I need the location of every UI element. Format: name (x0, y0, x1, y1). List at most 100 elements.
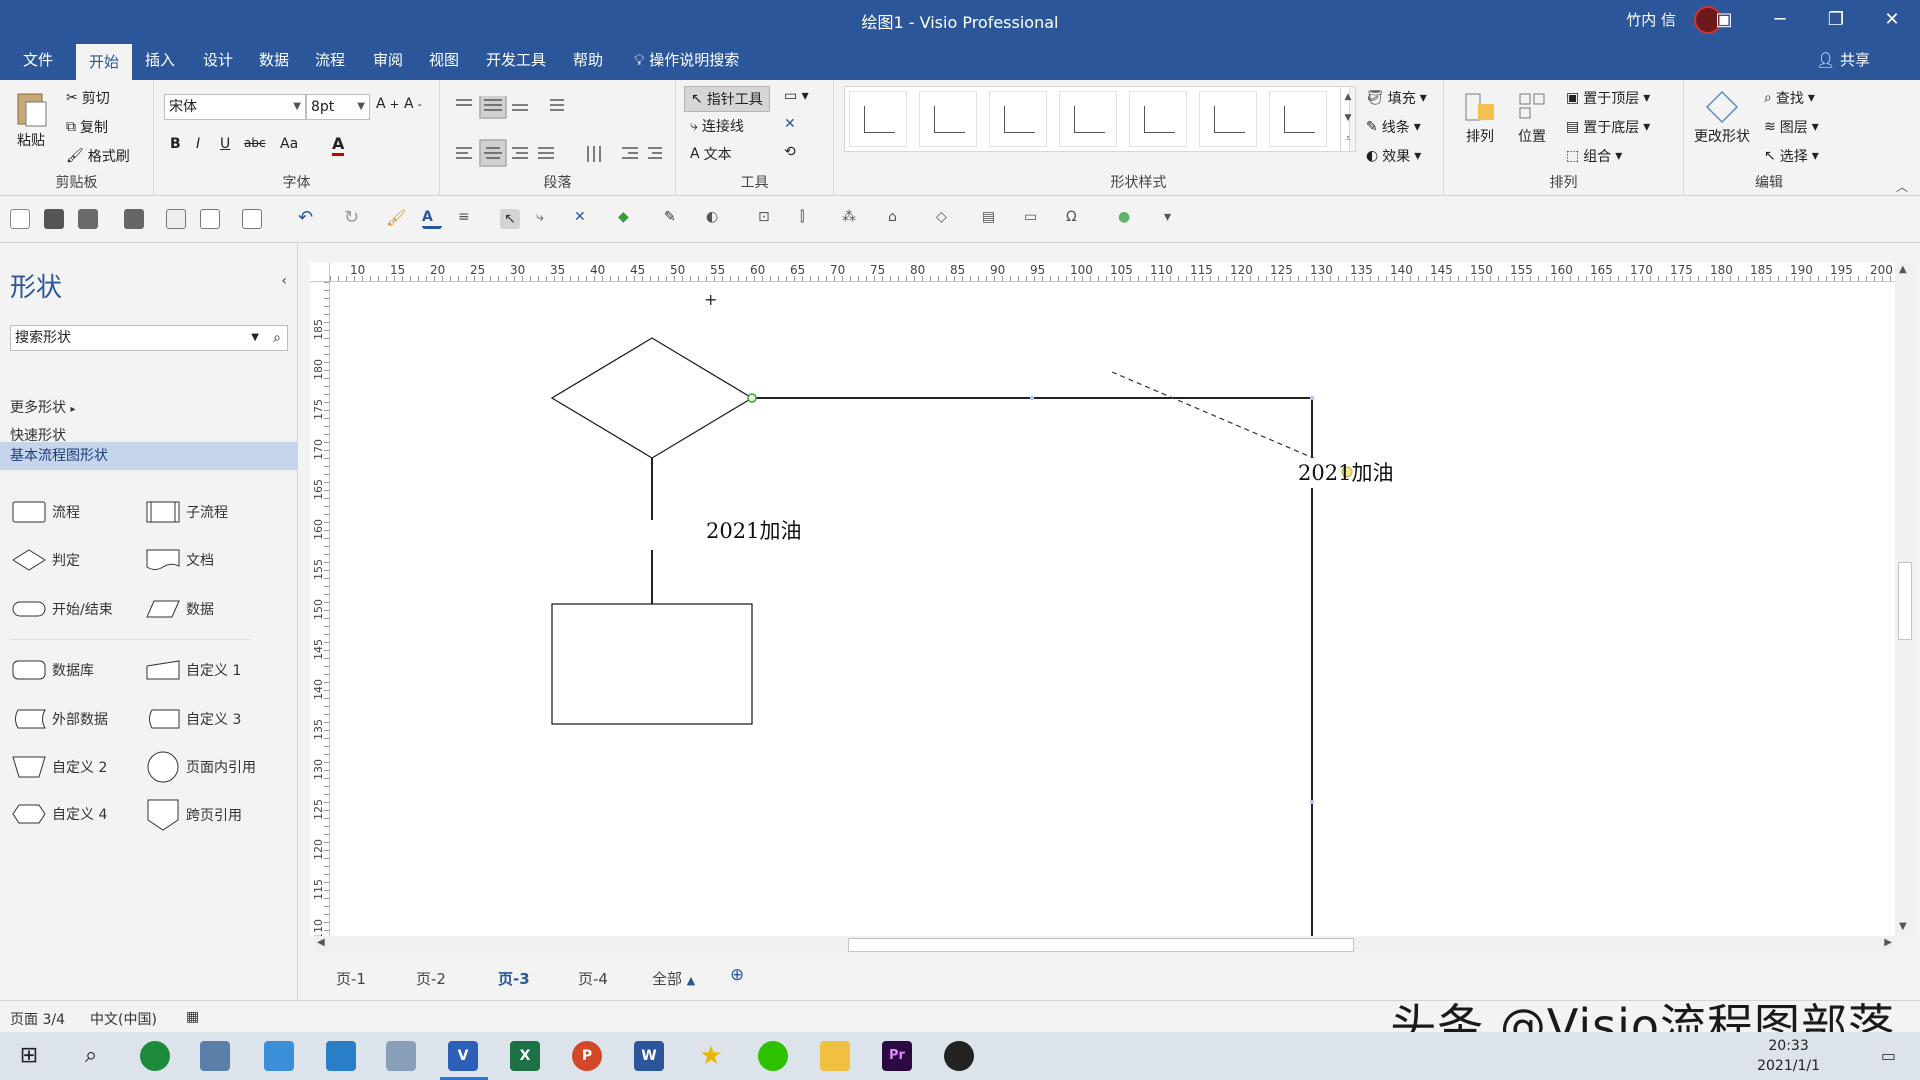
app-icon[interactable] (264, 1041, 294, 1071)
stencil-decision[interactable]: 判定 (12, 549, 80, 571)
horizontal-scrollbar[interactable]: ◀ ▶ (314, 936, 1895, 954)
connection-point-button[interactable]: ⟲ (784, 144, 796, 160)
tab-process[interactable]: 流程 (306, 40, 354, 80)
collapse-ribbon-icon[interactable]: ︿ (1896, 178, 1908, 195)
tell-me-search[interactable]: 💡︎ 操作说明搜索 (634, 40, 739, 80)
scroll-left-icon[interactable]: ◀ (317, 937, 325, 948)
tag-icon[interactable]: ⌂ (888, 209, 908, 229)
stencil-on-page-reference[interactable]: 页面内引用 (146, 751, 256, 783)
tab-developer[interactable]: 开发工具 (480, 40, 552, 80)
chevron-down-icon[interactable]: ▼ (251, 326, 259, 350)
font-size-select[interactable]: 8pt ▼ (306, 94, 370, 120)
drawing-canvas[interactable]: + 2021加油 2021加油 (330, 282, 1895, 936)
page-tab-2[interactable]: 页-2 (416, 968, 446, 989)
circle-icon[interactable]: ● (1118, 209, 1138, 229)
obs-icon[interactable] (944, 1041, 974, 1071)
notification-icon[interactable]: ▭ (1881, 1046, 1896, 1065)
shapes-icon[interactable]: ◇ (936, 209, 956, 229)
symbol-icon[interactable]: Ω (1066, 209, 1086, 229)
brush-icon[interactable]: 🖌︎ (386, 209, 406, 229)
format-painter-button[interactable]: 🖌︎ 格式刷 (66, 146, 130, 166)
all-pages-tab[interactable]: 全部 ▲ (652, 968, 695, 989)
horizontal-ruler[interactable]: 10 15 20 25 30 35 40 45 50 55 60 65 70 75 80 85 90 95 100 1… (330, 262, 1900, 282)
decision-shape[interactable] (550, 337, 754, 459)
line-button[interactable]: ✎ 线条 ▾ (1366, 117, 1421, 137)
size-icon[interactable]: ⊡ (758, 209, 778, 229)
save-as-icon[interactable] (78, 209, 98, 229)
arrange-button[interactable]: 排列 (1464, 90, 1496, 146)
align-center-icon[interactable]: ≡ (458, 209, 478, 229)
bring-to-front-button[interactable]: ▣ 置于顶层 ▾ (1566, 88, 1650, 108)
tab-home[interactable]: 开始 (76, 40, 132, 80)
cut-button[interactable]: ✂ 剪切 (66, 88, 110, 108)
folder-icon[interactable] (820, 1041, 850, 1071)
powerpoint-icon[interactable]: P (572, 1041, 602, 1071)
process-shape[interactable] (551, 603, 753, 725)
stencil-custom-4[interactable]: 自定义 4 (12, 803, 107, 825)
customize-qat-icon[interactable]: ▾ (1164, 209, 1184, 229)
vertical-scroll-thumb[interactable] (1898, 562, 1912, 640)
tab-insert[interactable]: 插入 (136, 40, 184, 80)
stencil-custom-1[interactable]: 自定义 1 (146, 659, 241, 681)
stencil-custom-3[interactable]: 自定义 3 (146, 708, 241, 730)
stencil-subprocess[interactable]: 子流程 (146, 501, 228, 523)
paste-button[interactable]: 粘贴 (14, 88, 48, 150)
selection-handle[interactable] (1310, 800, 1314, 804)
stencil-data[interactable]: 数据 (146, 598, 214, 620)
style-swatch[interactable] (1199, 91, 1257, 147)
basic-flowchart-link[interactable]: 基本流程图形状 (0, 442, 298, 470)
stencil-start-end[interactable]: 开始/结束 (12, 598, 113, 620)
change-case-button[interactable]: Aa (280, 136, 298, 152)
underline-button[interactable]: U (220, 136, 230, 152)
scroll-right-icon[interactable]: ▶ (1884, 937, 1892, 948)
tab-review[interactable]: 审阅 (364, 40, 412, 80)
print-preview-icon[interactable] (166, 209, 186, 229)
collapse-pane-icon[interactable]: ‹ (281, 273, 287, 289)
connector-label-right[interactable]: 2021加油 (1298, 457, 1393, 487)
stencil-external-data[interactable]: 外部数据 (12, 708, 108, 730)
tab-help[interactable]: 帮助 (564, 40, 612, 80)
save-icon[interactable] (44, 209, 64, 229)
gallery-scroll[interactable]: ▲ ▼ ⩡ (1340, 86, 1356, 152)
shadow-icon[interactable]: ◐ (706, 209, 726, 229)
bold-button[interactable]: B (170, 136, 181, 152)
search-icon[interactable]: ⌕ (273, 326, 281, 350)
diagram-svg[interactable] (330, 282, 1895, 936)
x-icon[interactable]: ✕ (574, 209, 594, 229)
system-clock[interactable]: 20:33 2021/1/1 (1757, 1036, 1820, 1076)
effects-button[interactable]: ◐ 效果 ▾ (1366, 146, 1421, 166)
tab-design[interactable]: 设计 (194, 40, 242, 80)
text-color-icon[interactable]: A (422, 209, 442, 229)
page-indicator[interactable]: 页面 3/4 (10, 1009, 65, 1029)
rectangle-tool-button[interactable]: ▭ ▾ (784, 88, 809, 104)
tab-data[interactable]: 数据 (250, 40, 298, 80)
ribbon-display-button[interactable]: ▣ (1696, 0, 1752, 40)
tab-file[interactable]: 文件 (10, 40, 66, 80)
stencil-document[interactable]: 文档 (146, 549, 214, 571)
vertical-scrollbar[interactable]: ▲ ▼ (1895, 262, 1915, 936)
selection-handle[interactable] (1310, 396, 1314, 400)
strikethrough-button[interactable]: abc (244, 136, 266, 150)
style-swatch[interactable] (849, 91, 907, 147)
find-button[interactable]: ⌕ 查找 ▾ (1764, 88, 1815, 108)
excel-icon[interactable]: X (510, 1041, 540, 1071)
line-color-icon[interactable]: ✎ (664, 209, 684, 229)
close-button[interactable]: ✕ (1864, 0, 1920, 40)
macro-icon[interactable]: ▦ (186, 1009, 199, 1025)
align-icon[interactable]: ⫿ (800, 209, 820, 229)
vertical-ruler[interactable]: 185 180 175 170 165 160 155 150 145 140 135 130 125 1… (310, 282, 330, 936)
redo-icon[interactable]: ↻ (344, 209, 364, 229)
font-name-select[interactable]: 宋体 ▼ (164, 94, 306, 120)
italic-button[interactable]: I (196, 136, 200, 152)
more-shapes-link[interactable]: 更多形状 ▸ (10, 397, 75, 417)
add-page-button[interactable]: ⊕ (730, 965, 744, 985)
new-icon[interactable] (10, 209, 30, 229)
copy-button[interactable]: ⧉ 复制 (66, 117, 108, 137)
app-icon[interactable] (386, 1041, 416, 1071)
language-indicator[interactable]: 中文(中国) (90, 1009, 157, 1029)
page-layout-icon[interactable] (200, 209, 220, 229)
style-swatch[interactable] (1129, 91, 1187, 147)
send-to-back-button[interactable]: ▤ 置于底层 ▾ (1566, 117, 1650, 137)
select-button[interactable]: ↖ 选择 ▾ (1764, 146, 1819, 166)
print-icon[interactable] (124, 209, 144, 229)
